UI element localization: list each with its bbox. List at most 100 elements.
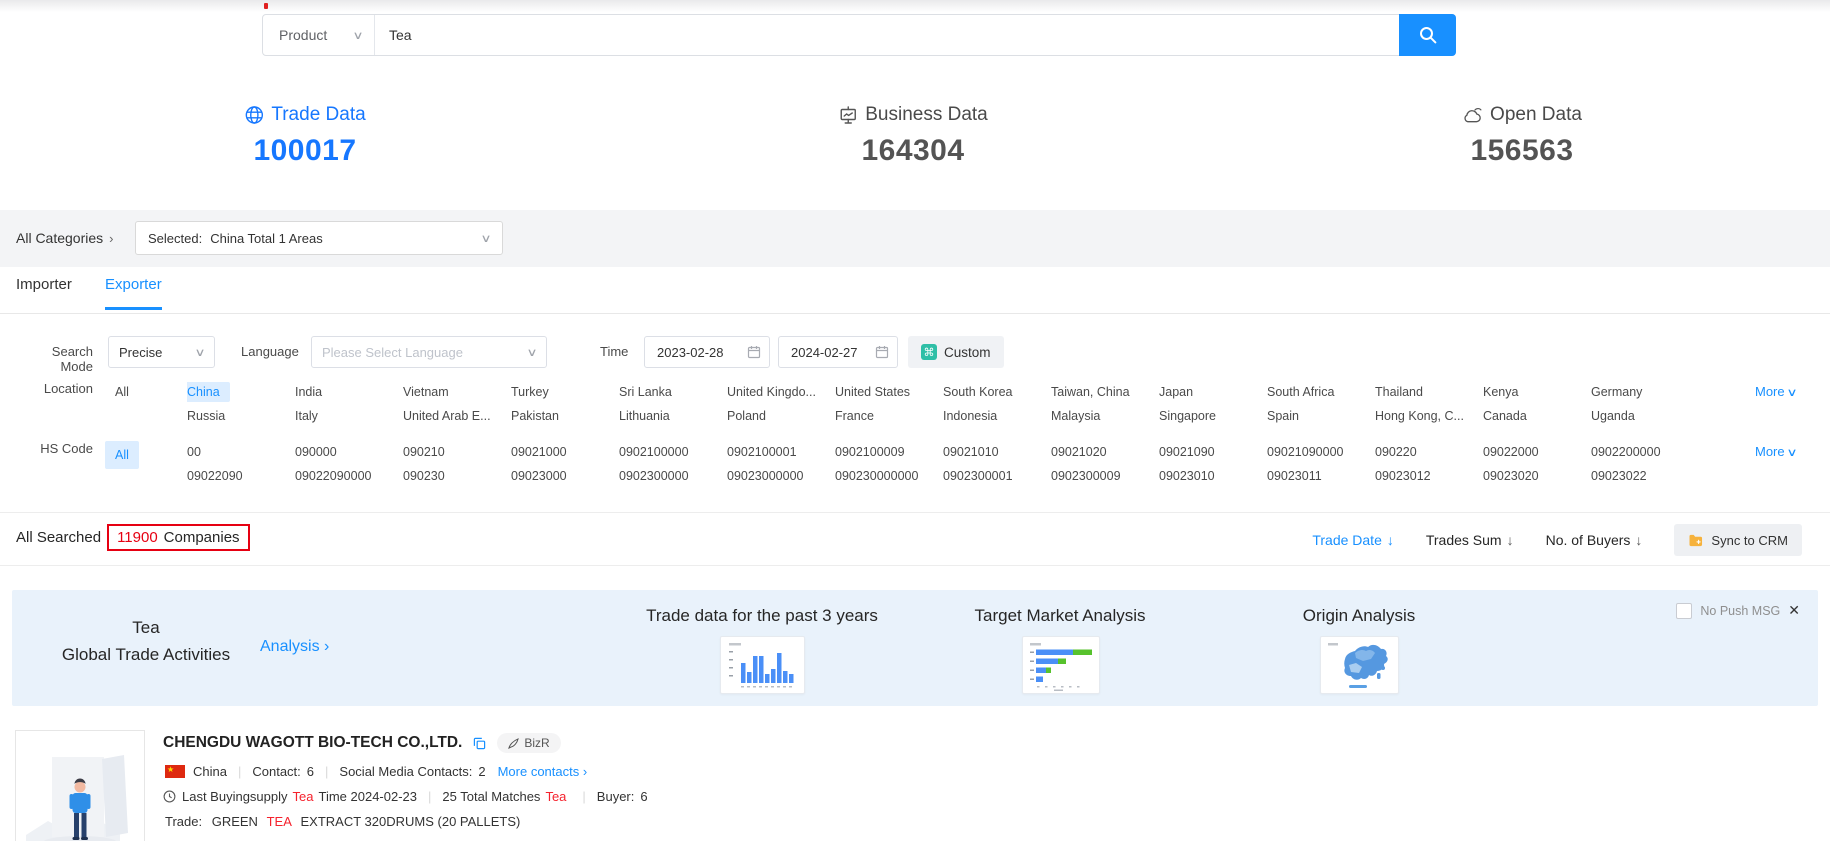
target-market-card[interactable] — [1022, 636, 1100, 694]
location-option[interactable]: Vietnam — [403, 381, 511, 403]
location-option[interactable]: South Africa — [1267, 381, 1375, 403]
company-thumbnail[interactable] — [15, 730, 145, 841]
stat-value: 100017 — [244, 134, 365, 168]
sort-trades-sum[interactable]: Trades Sum↓ — [1426, 532, 1514, 548]
hs-code-option[interactable]: 09023012 — [1375, 465, 1483, 487]
location-option[interactable]: Japan — [1159, 381, 1267, 403]
location-option[interactable]: United Arab E... — [403, 405, 511, 427]
chevron-down-icon: ∨ — [1786, 442, 1797, 464]
hs-code-option[interactable]: 00 — [187, 441, 295, 463]
no-push-checkbox[interactable] — [1676, 603, 1692, 619]
location-option[interactable]: Malaysia — [1051, 405, 1159, 427]
location-option[interactable]: Thailand — [1375, 381, 1483, 403]
hs-code-option[interactable]: 090210 — [403, 441, 511, 463]
tab-importer[interactable]: Importer — [16, 276, 72, 307]
custom-time-button[interactable]: ⌘ Custom — [908, 336, 1004, 368]
location-option[interactable]: Taiwan, China — [1051, 381, 1159, 403]
hs-code-option[interactable]: 0902300001 — [943, 465, 1051, 487]
total-matches: 25 Total Matches — [442, 789, 540, 804]
search-mode-label: Search Mode — [16, 344, 93, 374]
stat-label[interactable]: Open Data — [1490, 104, 1582, 126]
sort-trade-date[interactable]: Trade Date↓ — [1312, 532, 1394, 548]
location-option[interactable]: Poland — [727, 405, 835, 427]
hs-code-option[interactable]: 09023011 — [1267, 465, 1375, 487]
location-option[interactable]: Uganda — [1591, 405, 1699, 427]
hs-code-option[interactable]: 09023010 — [1159, 465, 1267, 487]
language-select[interactable]: Please Select Language ∨ — [311, 336, 547, 368]
analysis-link[interactable]: Analysis › — [260, 638, 329, 656]
location-option[interactable]: Turkey — [511, 381, 619, 403]
sort-no-of-buyers[interactable]: No. of Buyers↓ — [1546, 532, 1643, 548]
hs-code-option[interactable]: 090230000000 — [835, 465, 943, 487]
search-input[interactable] — [375, 15, 1399, 55]
hs-code-option[interactable]: 090000 — [295, 441, 403, 463]
hs-code-more-link[interactable]: More∨ — [1755, 441, 1796, 464]
location-option[interactable]: Russia — [187, 405, 295, 427]
hs-code-option[interactable]: 090230 — [403, 465, 511, 487]
hs-code-option[interactable]: 09023000 — [511, 465, 619, 487]
location-option[interactable]: South Korea — [943, 381, 1051, 403]
search-mode-select[interactable]: Precise ∨ — [108, 336, 215, 368]
location-option[interactable]: Hong Kong, C... — [1375, 405, 1483, 427]
stat-open-data: Open Data 156563 — [1462, 104, 1582, 168]
hs-code-option[interactable]: 0902300000 — [619, 465, 727, 487]
location-option[interactable]: Pakistan — [511, 405, 619, 427]
close-icon[interactable]: ✕ — [1788, 602, 1800, 619]
hs-code-option[interactable]: 09021090 — [1159, 441, 1267, 463]
trade-data-card[interactable] — [720, 636, 805, 694]
hs-code-label: HS Code — [16, 441, 93, 456]
hs-code-option[interactable]: 09023020 — [1483, 465, 1591, 487]
hs-code-option[interactable]: 09022090000 — [295, 465, 403, 487]
hs-code-option[interactable]: 0902300009 — [1051, 465, 1159, 487]
date-to-input[interactable]: 2024-02-27 — [778, 336, 898, 368]
location-option[interactable]: Germany — [1591, 381, 1699, 403]
hs-code-option[interactable]: 09021000 — [511, 441, 619, 463]
location-option[interactable]: China — [187, 381, 295, 403]
more-contacts-link[interactable]: More contacts › — [498, 764, 588, 779]
tab-exporter[interactable]: Exporter — [105, 276, 162, 310]
date-from-input[interactable]: 2023-02-28 — [644, 336, 770, 368]
stat-label[interactable]: Trade Data — [271, 104, 365, 126]
search-category-dropdown[interactable]: Product ∨ — [263, 15, 375, 55]
location-option[interactable]: Italy — [295, 405, 403, 427]
location-option[interactable]: Sri Lanka — [619, 381, 727, 403]
company-name[interactable]: CHENGDU WAGOTT BIO-TECH CO.,LTD. — [163, 734, 462, 752]
location-option[interactable]: Singapore — [1159, 405, 1267, 427]
location-option[interactable]: Lithuania — [619, 405, 727, 427]
copy-icon[interactable] — [473, 737, 486, 750]
arrow-down-icon: ↓ — [1635, 532, 1642, 548]
search-button[interactable] — [1399, 14, 1456, 56]
hs-code-option[interactable]: 0902100009 — [835, 441, 943, 463]
location-option[interactable]: United States — [835, 381, 943, 403]
location-option[interactable]: United Kingdo... — [727, 381, 835, 403]
location-more-link[interactable]: More∨ — [1755, 381, 1796, 404]
hs-code-option[interactable]: 090220 — [1375, 441, 1483, 463]
all-categories-link[interactable]: All Categories› — [16, 230, 114, 246]
hs-code-option[interactable]: 09021020 — [1051, 441, 1159, 463]
stat-value: 164304 — [838, 134, 988, 168]
origin-analysis-card[interactable] — [1320, 636, 1399, 694]
hs-code-option[interactable]: 0902200000 — [1591, 441, 1699, 463]
hs-code-option[interactable]: 09021010 — [943, 441, 1051, 463]
hs-code-all-option[interactable]: All — [105, 441, 139, 469]
hs-code-option[interactable]: 0902100000 — [619, 441, 727, 463]
hs-code-option[interactable]: 09022000 — [1483, 441, 1591, 463]
bizr-badge[interactable]: BizR — [497, 733, 560, 753]
divider: | — [325, 764, 328, 779]
location-option[interactable]: Spain — [1267, 405, 1375, 427]
location-option[interactable]: Indonesia — [943, 405, 1051, 427]
hs-code-option[interactable]: 09021090000 — [1267, 441, 1375, 463]
stat-label[interactable]: Business Data — [865, 104, 988, 126]
location-all-option[interactable]: All — [115, 381, 129, 403]
sync-to-crm-button[interactable]: Sync to CRM — [1674, 524, 1802, 556]
location-option[interactable]: France — [835, 405, 943, 427]
hs-code-option[interactable]: 09022090 — [187, 465, 295, 487]
selected-areas-dropdown[interactable]: Selected: China Total 1 Areas ∨ — [135, 221, 503, 255]
location-option[interactable]: Canada — [1483, 405, 1591, 427]
hs-code-option[interactable]: 09023022 — [1591, 465, 1699, 487]
stat-value: 156563 — [1462, 134, 1582, 168]
location-option[interactable]: Kenya — [1483, 381, 1591, 403]
location-option[interactable]: India — [295, 381, 403, 403]
hs-code-option[interactable]: 09023000000 — [727, 465, 835, 487]
hs-code-option[interactable]: 0902100001 — [727, 441, 835, 463]
